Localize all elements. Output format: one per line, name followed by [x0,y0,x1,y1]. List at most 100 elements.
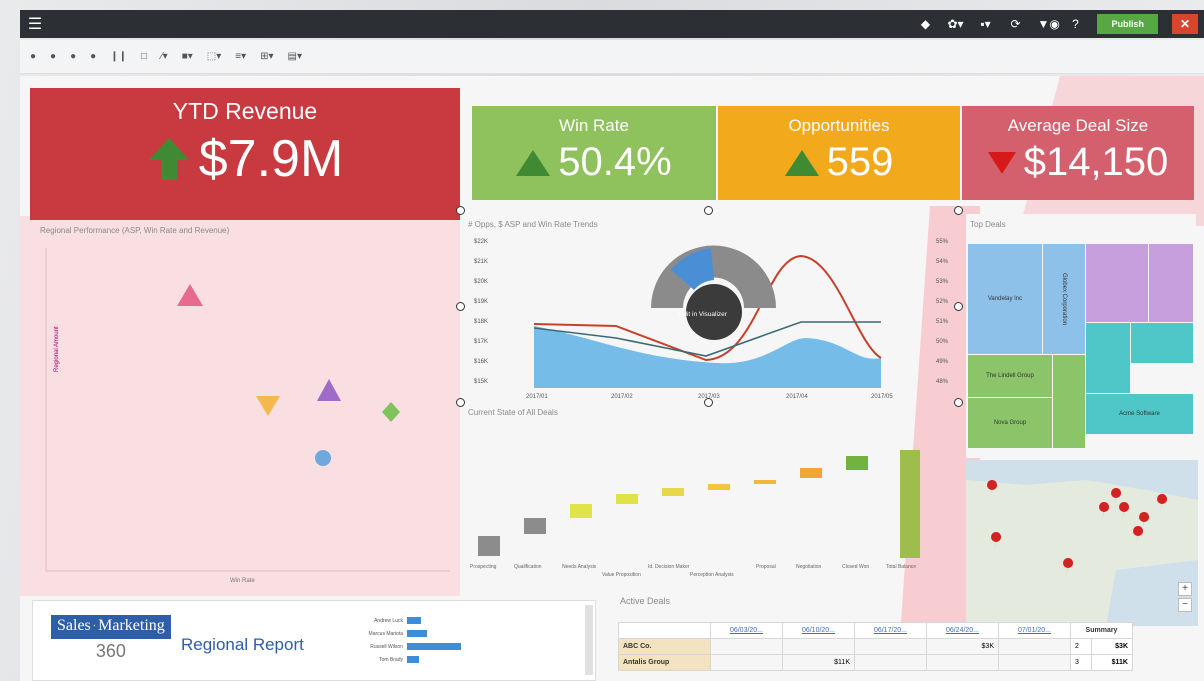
sales-marketing-logo: Sales · Marketing 360 [51,615,171,662]
tool-2-icon[interactable]: ● [50,51,56,62]
win-rate-value-row: 50.4% [472,140,716,185]
region-marker[interactable] [317,379,341,401]
fill-tool-icon[interactable]: ■▾ [182,51,193,62]
rep-bar[interactable] [407,630,427,637]
resize-handle[interactable] [704,206,713,215]
rep-bar[interactable] [407,617,421,624]
treemap-tile[interactable]: Acme Software [1086,394,1193,434]
treemap-tile[interactable] [1086,323,1130,393]
treemap-tile[interactable] [1053,355,1085,448]
visualizer-radial-menu[interactable] [651,245,776,341]
top-bar: ☰ ◆ ✿▾ ▪▾ ⟳ ▼◉ ? Publish ✕ [20,10,1204,38]
waterfall-panel[interactable]: Current State of All Deals Prospecting Q… [466,404,960,600]
average-deal-size-card[interactable]: Average Deal Size $14,150 [962,106,1194,200]
win-rate-card[interactable]: Win Rate 50.4% [472,106,716,200]
filter-icon[interactable]: ▼◉ [1037,17,1059,31]
waterfall-bar[interactable] [846,456,868,470]
waterfall-bar[interactable] [616,494,638,504]
map-zoom-in-button[interactable]: + [1178,582,1192,596]
rep-bar[interactable] [407,643,461,650]
deal-cell [998,638,1071,655]
column-header[interactable]: 07/01/20... [998,622,1071,639]
grid-tool-icon[interactable]: ⊞▾ [260,51,273,62]
resize-handle[interactable] [954,302,963,311]
frame-icon[interactable]: □ [141,51,147,62]
trends-y-right-tick: 49% [936,359,949,365]
waterfall-stage-label: Qualification [514,564,542,570]
trends-x-tick: 2017/04 [786,394,808,400]
company-cell: Antalis Group [618,654,711,671]
opportunities-card[interactable]: Opportunities 559 [718,106,960,200]
column-header[interactable]: 06/17/20... [854,622,927,639]
resize-handle[interactable] [954,398,963,407]
waterfall-bar[interactable] [570,504,592,518]
column-header[interactable]: 06/10/20... [782,622,855,639]
waterfall-stage-label: Negotiation [796,564,822,570]
hamburger-menu-icon[interactable]: ☰ [20,10,50,38]
resize-handle[interactable] [954,206,963,215]
report-scrollbar[interactable] [585,605,593,675]
regional-performance-panel[interactable]: Regional Performance (ASP, Win Rate and … [30,220,460,592]
rep-bar[interactable] [407,656,419,663]
treemap-tile[interactable]: Globex Corporation [1043,244,1085,354]
trends-x-tick: 2017/01 [526,394,548,400]
line-tool-icon[interactable]: ∕▾ [161,51,168,62]
trends-panel[interactable]: # Opps, $ ASP and Win Rate Trends $22K $… [466,214,960,402]
map-zoom-out-button[interactable]: − [1178,598,1192,612]
waterfall-total-bar[interactable] [900,450,920,558]
bar-chart-icon[interactable]: ❙❙ [110,51,127,62]
top-deals-panel[interactable]: Top Deals Vandelay Inc Globex Corporatio… [966,214,1196,458]
publish-button[interactable]: Publish [1097,14,1158,34]
tool-4-icon[interactable]: ● [90,51,96,62]
paint-bucket-icon[interactable]: ◆ [917,17,933,31]
ytd-revenue-value-row: $7.9M [30,129,460,189]
win-rate-value: 50.4% [558,140,672,184]
tool-1-icon[interactable]: ● [30,51,36,62]
treemap-tile[interactable]: Vandelay Inc [968,244,1042,354]
active-deals-panel[interactable]: Active Deals 06/03/20... 06/10/20... 06/… [600,596,1160,681]
align-tool-icon[interactable]: ≡▾ [235,51,246,62]
resize-handle[interactable] [456,206,465,215]
tool-3-icon[interactable]: ● [70,51,76,62]
summary-header: Summary [1070,622,1133,639]
treemap-tile[interactable]: The Lindell Group [968,355,1052,397]
regional-report-panel[interactable]: Sales · Marketing 360 Regional Report An… [32,600,596,681]
layout-tool-icon[interactable]: ▤▾ [288,51,302,62]
select-tool-icon[interactable]: ⬚▾ [207,51,221,62]
waterfall-bar[interactable] [524,518,546,534]
resize-handle[interactable] [704,398,713,407]
resize-handle[interactable] [456,302,465,311]
ytd-revenue-card[interactable]: YTD Revenue $7.9M [30,88,460,220]
edit-in-visualizer-tooltip[interactable]: Edit in Visualizer [679,311,728,318]
treemap-tile[interactable] [1086,244,1148,322]
average-deal-size-value-row: $14,150 [962,140,1194,185]
table-row[interactable]: Antalis Group $11K 3 $11K [618,654,1134,671]
deal-cell: $11K [782,654,855,671]
resize-handle[interactable] [456,398,465,407]
treemap-tile[interactable] [1149,244,1193,322]
region-marker[interactable] [315,450,331,466]
logo-360: 360 [95,641,126,661]
waterfall-bar[interactable] [662,488,684,496]
settings-icon[interactable]: ✿▾ [947,17,963,31]
help-icon[interactable]: ? [1067,17,1083,31]
save-icon[interactable]: ▪▾ [977,17,993,31]
close-button[interactable]: ✕ [1172,14,1198,34]
column-header[interactable]: 06/03/20... [710,622,783,639]
region-marker[interactable] [382,402,400,422]
treemap-tile[interactable]: Nova Group [968,398,1052,448]
summary-total: $11K [1090,654,1134,671]
table-row[interactable]: ABC Co. $3K 2 $3K [618,638,1134,655]
column-header[interactable]: 06/24/20... [926,622,999,639]
deal-cell [854,638,927,655]
average-deal-size-value: $14,150 [1023,140,1169,184]
treemap-tile[interactable] [1131,323,1193,363]
waterfall-bar[interactable] [478,536,500,556]
region-marker[interactable] [256,396,280,416]
waterfall-bar[interactable] [754,480,776,484]
region-marker[interactable] [177,284,203,306]
waterfall-bar[interactable] [708,484,730,490]
regional-report-title: Regional Report [181,635,304,654]
refresh-icon[interactable]: ⟳ [1007,17,1023,31]
waterfall-bar[interactable] [800,468,822,478]
